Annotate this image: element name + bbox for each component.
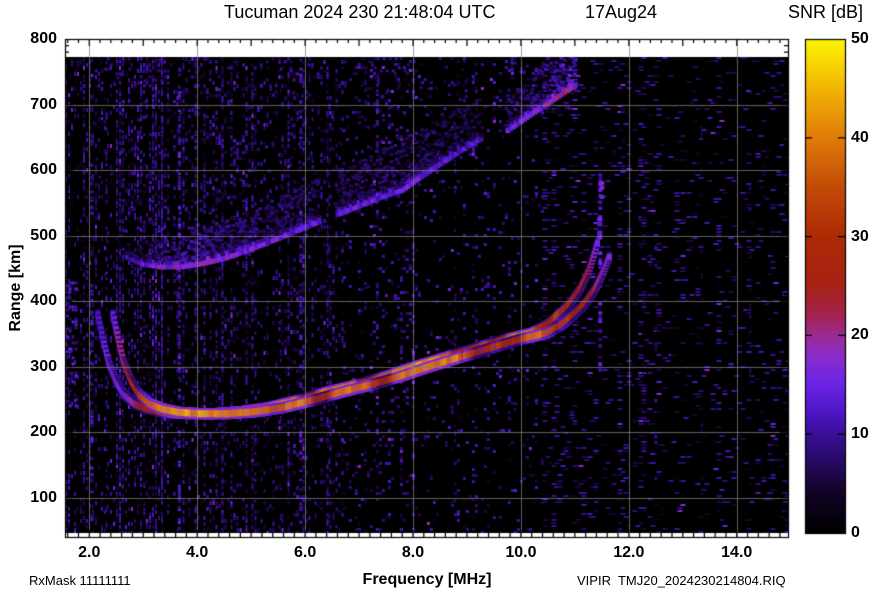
x-tick-label: 4.0: [175, 544, 219, 562]
colorbar-title: SNR [dB]: [788, 2, 863, 23]
y-tick-label: 100: [14, 489, 57, 507]
rxmask-label: RxMask 11111111: [29, 573, 131, 588]
colorbar-tick-label: 20: [851, 326, 869, 344]
x-tick-label: 8.0: [391, 544, 435, 562]
y-tick-label: 300: [14, 358, 57, 376]
chart-date: 17Aug24: [585, 2, 657, 23]
colorbar-tick-label: 50: [851, 30, 869, 48]
colorbar-tick-label: 30: [851, 228, 869, 246]
y-tick-label: 500: [14, 227, 57, 245]
colorbar-tick-label: 0: [851, 524, 860, 542]
colorbar-tick-label: 10: [851, 425, 869, 443]
x-tick-label: 12.0: [607, 544, 651, 562]
chart-title: Tucuman 2024 230 21:48:04 UTC: [224, 2, 496, 23]
y-tick-label: 600: [14, 161, 57, 179]
colorbar-tick-label: 40: [851, 129, 869, 147]
file-id-label: VIPIR TMJ20_2024230214804.RIQ: [577, 573, 786, 588]
x-tick-label: 2.0: [67, 544, 111, 562]
x-tick-label: 6.0: [283, 544, 327, 562]
y-tick-label: 400: [14, 292, 57, 310]
y-tick-label: 700: [14, 96, 57, 114]
x-tick-label: 10.0: [499, 544, 543, 562]
y-tick-label: 200: [14, 423, 57, 441]
x-axis-label: Frequency [MHz]: [356, 571, 498, 589]
ionogram-canvas: [0, 0, 874, 595]
y-axis-label: Range [km]: [7, 234, 25, 342]
ionogram-figure: Tucuman 2024 230 21:48:04 UTC 17Aug24 SN…: [0, 0, 874, 595]
y-tick-label: 800: [14, 30, 57, 48]
x-tick-label: 14.0: [715, 544, 759, 562]
